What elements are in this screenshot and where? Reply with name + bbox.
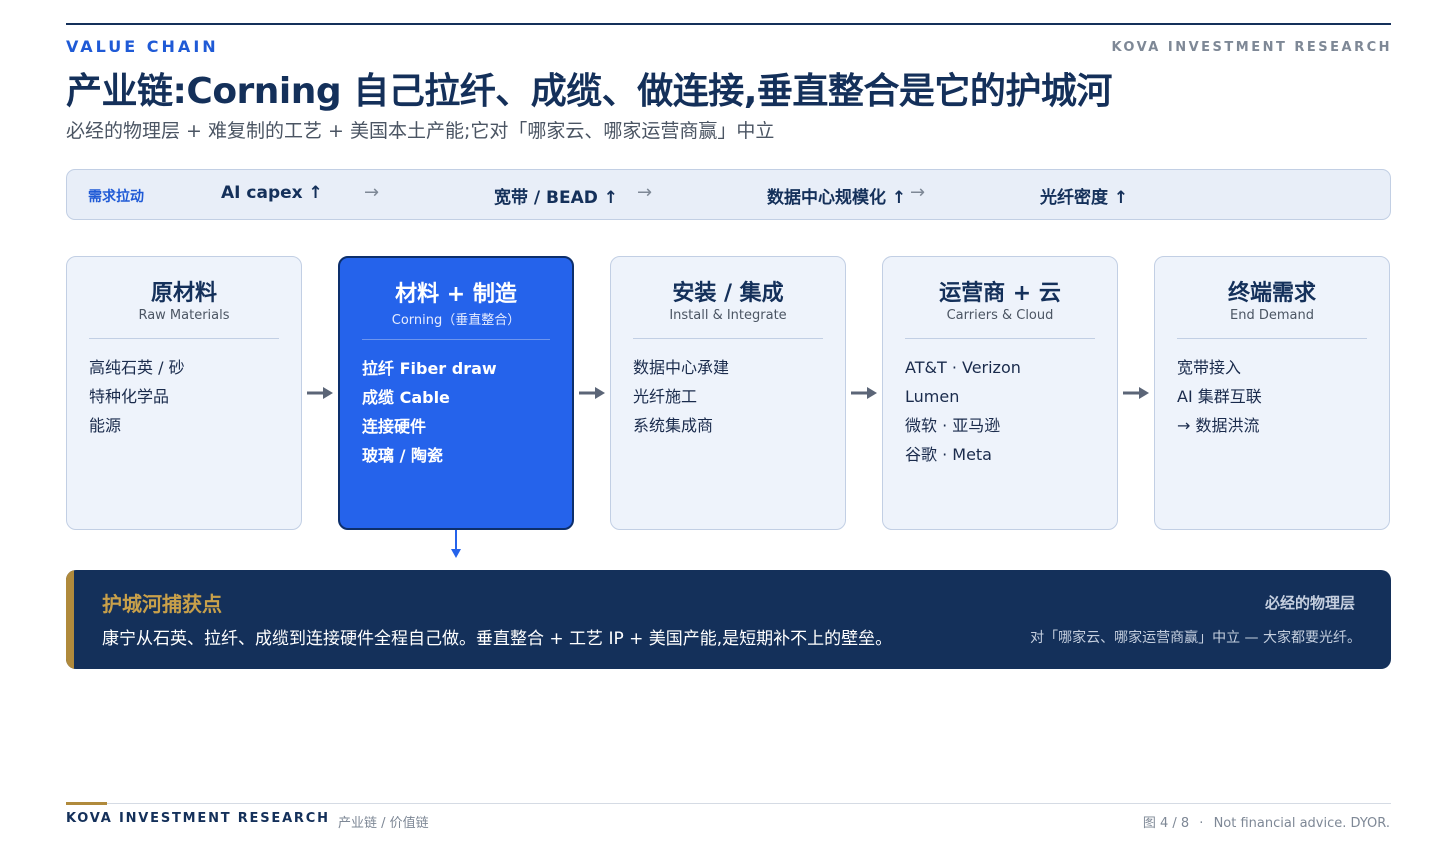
stage-item: 连接硬件: [362, 417, 427, 436]
stage-item: 数据中心承建: [633, 358, 730, 377]
stage-divider: [633, 338, 823, 339]
stage-item: 系统集成商: [633, 416, 714, 435]
stage-item: → 数据洪流: [1177, 416, 1260, 435]
footer-accent: [66, 802, 107, 805]
stage-divider: [905, 338, 1095, 339]
stage-subtitle: End Demand: [1230, 308, 1314, 323]
moat-heading: 护城河捕获点: [102, 592, 222, 616]
stage-divider: [362, 339, 550, 340]
stage-item: AI 集群互联: [1177, 387, 1262, 406]
flow-arrow-icon: [851, 387, 877, 399]
stage-item: 高纯石英 / 砂: [89, 358, 185, 377]
stage-title: 运营商 + 云: [939, 281, 1061, 306]
header-brand: KOVA INVESTMENT RESEARCH: [1111, 40, 1392, 55]
stage-item: 光纤施工: [633, 387, 698, 406]
stage-item: 能源: [89, 416, 122, 435]
demand-arrow-icon: →: [910, 182, 926, 203]
page-subtitle: 必经的物理层 + 难复制的工艺 + 美国本土产能;它对「哪家云、哪家运营商赢」中…: [66, 120, 775, 142]
moat-side-title: 必经的物理层: [1264, 594, 1355, 612]
stage-raw-materials: 原材料 Raw Materials 高纯石英 / 砂 特种化学品 能源: [66, 256, 302, 530]
stage-item: 玻璃 / 陶瓷: [362, 446, 443, 465]
top-rule: [66, 23, 1391, 25]
stage-title: 材料 + 制造: [395, 282, 517, 307]
down-arrow-icon: [451, 530, 461, 558]
stage-item-list: 宽带接入 AI 集群互联 → 数据洪流: [1177, 353, 1262, 440]
demand-item-broadband: 宽带 / BEAD ↑: [494, 188, 619, 208]
stage-install-integrate: 安装 / 集成 Install & Integrate 数据中心承建 光纤施工 …: [610, 256, 846, 530]
stage-end-demand: 终端需求 End Demand 宽带接入 AI 集群互联 → 数据洪流: [1154, 256, 1390, 530]
demand-item-ai-capex: AI capex ↑: [221, 183, 323, 203]
stage-divider: [89, 338, 279, 339]
demand-arrow-icon: →: [637, 182, 653, 203]
footer-rule: [66, 803, 1391, 804]
stage-carriers-cloud: 运营商 + 云 Carriers & Cloud AT&T · Verizon …: [882, 256, 1118, 530]
flow-arrow-icon: [1123, 387, 1149, 399]
disclaimer: Not financial advice. DYOR.: [1213, 816, 1390, 831]
page-number: 图 4 / 8: [1142, 816, 1190, 831]
stage-title: 安装 / 集成: [672, 281, 784, 306]
section-eyebrow: VALUE CHAIN: [66, 37, 219, 56]
stage-item: 拉纤 Fiber draw: [362, 359, 497, 378]
footer-meta: 图 4 / 8 · Not financial advice. DYOR.: [1143, 812, 1390, 831]
stage-title: 终端需求: [1227, 281, 1316, 306]
page-title: 产业链:Corning 自己拉纤、成缆、做连接,垂直整合是它的护城河: [66, 71, 1112, 112]
stage-item-list: 拉纤 Fiber draw 成缆 Cable 连接硬件 玻璃 / 陶瓷: [362, 354, 497, 470]
moat-accent-bar: [66, 570, 74, 669]
stage-divider: [1177, 338, 1367, 339]
stage-item-list: 高纯石英 / 砂 特种化学品 能源: [89, 353, 185, 440]
flow-arrow-icon: [579, 387, 605, 399]
stage-title: 原材料: [150, 281, 217, 306]
demand-bar: 需求拉动 AI capex ↑ → 宽带 / BEAD ↑ → 数据中心规模化 …: [66, 169, 1391, 220]
footer-brand: KOVA INVESTMENT RESEARCH: [66, 811, 330, 826]
stage-item: 微软 · 亚马逊: [905, 416, 1001, 435]
demand-arrow-icon: →: [364, 182, 380, 203]
stage-item-list: 数据中心承建 光纤施工 系统集成商: [633, 353, 729, 440]
demand-item-fiber-density: 光纤密度 ↑: [1040, 188, 1129, 208]
stage-item: 谷歌 · Meta: [905, 445, 992, 464]
footer-separator: ·: [1199, 816, 1204, 831]
demand-item-datacenter: 数据中心规模化 ↑: [767, 188, 907, 208]
stage-item: 宽带接入: [1177, 358, 1242, 377]
footer-section-label: 产业链 / 价值链: [338, 816, 429, 831]
stage-item: 成缆 Cable: [362, 388, 450, 407]
demand-label: 需求拉动: [88, 189, 144, 205]
stage-subtitle: Raw Materials: [138, 308, 230, 323]
flow-arrow-icon: [307, 387, 333, 399]
stage-item: AT&T · Verizon: [905, 358, 1021, 377]
stage-subtitle: Corning（垂直整合）: [391, 313, 521, 328]
stage-materials-manufacturing: 材料 + 制造 Corning（垂直整合） 拉纤 Fiber draw 成缆 C…: [338, 256, 574, 530]
stage-subtitle: Carriers & Cloud: [946, 308, 1054, 323]
stage-item: Lumen: [905, 387, 960, 406]
stage-subtitle: Install & Integrate: [669, 308, 787, 323]
stage-item: 特种化学品: [89, 387, 170, 406]
moat-callout: 护城河捕获点 康宁从石英、拉纤、成缆到连接硬件全程自己做。垂直整合 + 工艺 I…: [66, 570, 1391, 669]
stage-item-list: AT&T · Verizon Lumen 微软 · 亚马逊 谷歌 · Meta: [905, 353, 1021, 469]
moat-side-text: 对「哪家云、哪家运营商赢」中立 — 大家都要光纤。: [1030, 630, 1361, 646]
moat-body: 康宁从石英、拉纤、成缆到连接硬件全程自己做。垂直整合 + 工艺 IP + 美国产…: [102, 629, 893, 649]
